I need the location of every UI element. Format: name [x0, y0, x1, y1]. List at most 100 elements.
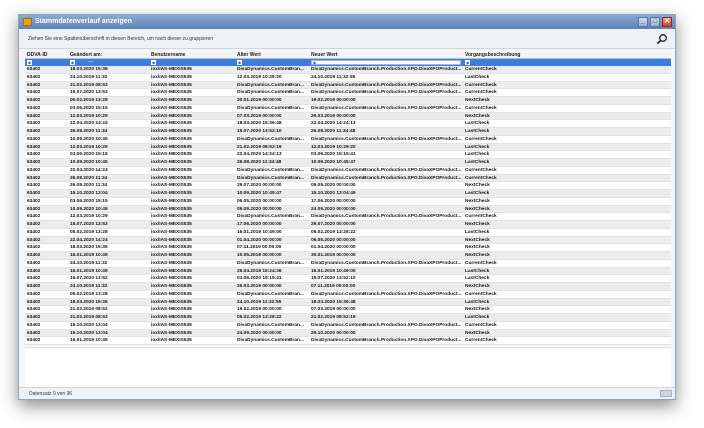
table-row[interactable]: 63402 26.08.2020 11:34 iox\IAS-MEXIS535 15.… — [25, 128, 671, 136]
table-row[interactable]: 63402 15.07.2020 13:52 iox\IAS-MEXIS535 03.… — [25, 275, 671, 283]
cell-new-value: DivaDynamics.CustomBranch.Production.XPO… — [311, 82, 462, 88]
cell-old-value: 05.02.2019 13:28:22 — [237, 315, 282, 320]
cell-changed-at: 26.08.2020 11:34 — [70, 175, 108, 181]
cell-old-value: DivaDynamics.CustomBran... — [237, 105, 304, 111]
column-header-changed-at[interactable]: Geändert am: — [70, 51, 151, 59]
cell-username: iox\IAS-MEXIS535 — [151, 113, 192, 119]
table-row[interactable]: 63402 12.03.2019 10:29 iox\IAS-MEXIS535 Div… — [25, 213, 671, 221]
history-grid: DDVA-ID Geändert am: Benutzername Alter Wer… — [25, 51, 671, 345]
table-row[interactable]: 63402 18.03.2020 15:36 iox\IAS-MEXIS535 07.… — [25, 244, 671, 252]
filter-icon[interactable]: ◆ — [151, 60, 156, 65]
table-row[interactable]: 63402 24.10.2019 11:32 iox\IAS-MEXIS535 26.… — [25, 283, 671, 291]
grid-header: DDVA-ID Geändert am: Benutzername Alter Wer… — [25, 51, 671, 59]
cell-description: CurrentCheck — [465, 322, 497, 328]
table-row[interactable]: 63402 22.04.2020 14:24 iox\IAS-MEXIS535 18.… — [25, 120, 671, 128]
column-header-new-value[interactable]: Neuer Wert — [311, 51, 465, 59]
table-row[interactable]: 63402 15.07.2020 13:52 iox\IAS-MEXIS535 Div… — [25, 89, 671, 97]
column-header-old-value[interactable]: Alter Wert — [237, 51, 311, 59]
cell-username: iox\IAS-MEXIS535 — [151, 268, 192, 274]
close-button[interactable]: ✕ — [662, 17, 672, 27]
filter-row[interactable]: ◆ ◆ — ◆ ◆ ◆ ◆ — [25, 59, 671, 66]
cell-ddva-id: 63402 — [27, 322, 41, 328]
table-row[interactable]: 63402 21.02.2019 08:52 iox\IAS-MEXIS535 Div… — [25, 81, 671, 90]
table-row[interactable]: 63402 18.03.2020 15:36 iox\IAS-MEXIS535 Div… — [25, 66, 671, 74]
cell-ddva-id: 63402 — [27, 214, 41, 220]
title-bar[interactable]: Stammdatenverlauf anzeigen _ □ ✕ — [19, 15, 675, 29]
cell-ddva-id: 63402 — [27, 82, 41, 88]
cell-ddva-id: 63402 — [27, 144, 41, 150]
table-row[interactable]: 63402 16.01.2019 10:49 iox\IAS-MEXIS535 10.… — [25, 252, 671, 260]
filter-icon[interactable]: ◆ — [237, 60, 242, 65]
table-row[interactable]: 63402 03.06.2020 15:15 iox\IAS-MEXIS535 22.… — [25, 151, 671, 159]
table-row[interactable]: 63402 16.01.2019 10:49 iox\IAS-MEXIS535 26.… — [25, 267, 671, 276]
cell-old-value: 26.04.2018 15:24:36 — [237, 268, 282, 274]
cell-description: NextCheck — [465, 284, 490, 289]
cell-username: iox\IAS-MEXIS535 — [151, 253, 192, 258]
table-row[interactable]: 63402 15.10.2020 13:04 iox\IAS-MEXIS535 24.… — [25, 329, 671, 338]
cell-description: LastCheck — [465, 315, 490, 320]
maximize-button[interactable]: □ — [650, 17, 660, 27]
table-row[interactable]: 63402 21.02.2019 08:52 iox\IAS-MEXIS535 19.… — [25, 306, 671, 314]
cell-ddva-id: 63402 — [27, 90, 41, 96]
cell-description: NextCheck — [465, 253, 490, 258]
table-row[interactable]: 63402 12.03.2019 10:29 iox\IAS-MEXIS535 21.… — [25, 143, 671, 152]
table-row[interactable]: 63402 03.06.2020 15:15 iox\IAS-MEXIS535 Div… — [25, 104, 671, 113]
table-row[interactable]: 63402 16.01.2019 10:49 iox\IAS-MEXIS535 Div… — [25, 337, 671, 345]
cell-ddva-id: 63402 — [27, 121, 41, 127]
cell-description: CurrentCheck — [465, 338, 497, 344]
cell-username: iox\IAS-MEXIS535 — [151, 222, 192, 227]
cell-new-value: 07.03.2019 00:00:00 — [311, 307, 356, 313]
table-row[interactable]: 63402 05.02.2019 13:28 iox\IAS-MEXIS535 16.… — [25, 228, 671, 237]
table-row[interactable]: 63402 22.04.2020 14:24 iox\IAS-MEXIS535 01.… — [25, 236, 671, 245]
table-row[interactable]: 63402 24.10.2019 11:32 iox\IAS-MEXIS535 12.… — [25, 73, 671, 82]
cell-ddva-id: 63402 — [27, 160, 41, 165]
cell-changed-at: 15.07.2020 13:52 — [70, 90, 108, 96]
cell-changed-at: 12.03.2019 10:29 — [70, 144, 108, 150]
table-row[interactable]: 63402 15.07.2020 13:52 iox\IAS-MEXIS535 17.… — [25, 221, 671, 229]
cell-changed-at: 03.06.2020 15:15 — [70, 105, 108, 111]
cell-changed-at: 21.02.2019 08:52 — [70, 82, 108, 88]
search-icon[interactable] — [656, 33, 668, 45]
table-row[interactable]: 63402 24.10.2019 11:32 iox\IAS-MEXIS535 Div… — [25, 259, 671, 268]
filter-icon[interactable]: ◆ — [465, 60, 470, 65]
table-row[interactable]: 63402 10.09.2020 10:45 iox\IAS-MEXIS535 Div… — [25, 135, 671, 144]
filter-icon[interactable]: ◆ — [70, 60, 75, 65]
table-row[interactable]: 63402 03.06.2020 15:15 iox\IAS-MEXIS535 06.… — [25, 197, 671, 206]
cell-changed-at: 10.09.2020 10:45 — [70, 136, 108, 142]
cell-changed-at: 12.03.2019 10:29 — [70, 214, 108, 220]
table-row[interactable]: 63402 10.09.2020 10:45 iox\IAS-MEXIS535 26.… — [25, 159, 671, 167]
cell-ddva-id: 63402 — [27, 105, 41, 111]
cell-changed-at: 18.03.2020 15:36 — [70, 67, 108, 72]
table-row[interactable]: 63402 26.08.2020 11:34 iox\IAS-MEXIS535 29.… — [25, 182, 671, 190]
cell-new-value: DivaDynamics.CustomBranch.Production.XPO… — [311, 67, 462, 72]
table-row[interactable]: 63402 10.09.2020 10:45 iox\IAS-MEXIS535 09.… — [25, 205, 671, 214]
table-row[interactable]: 63402 21.02.2019 08:52 iox\IAS-MEXIS535 05.… — [25, 314, 671, 322]
filter-icon[interactable]: ◆ — [312, 60, 317, 65]
table-row[interactable]: 63402 26.08.2020 11:34 iox\IAS-MEXIS535 Div… — [25, 174, 671, 183]
column-header-username[interactable]: Benutzername — [151, 51, 237, 59]
cell-ddva-id: 63402 — [27, 74, 41, 80]
minimize-button[interactable]: _ — [638, 17, 648, 27]
resize-grip[interactable] — [660, 390, 672, 397]
cell-username: iox\IAS-MEXIS535 — [151, 338, 192, 344]
table-row[interactable]: 63402 18.03.2020 15:36 iox\IAS-MEXIS535 24.… — [25, 298, 671, 307]
cell-old-value: DivaDynamics.CustomBran... — [237, 260, 304, 266]
filter-input-new-value[interactable] — [311, 60, 461, 65]
table-row[interactable]: 63402 12.03.2019 10:29 iox\IAS-MEXIS535 07.… — [25, 112, 671, 121]
cell-ddva-id: 63402 — [27, 291, 41, 297]
table-row[interactable]: 63402 15.10.2020 13:04 iox\IAS-MEXIS535 Div… — [25, 321, 671, 330]
cell-username: iox\IAS-MEXIS535 — [151, 322, 192, 328]
column-header-ddva-id[interactable]: DDVA-ID — [27, 51, 70, 59]
table-row[interactable]: 63402 22.04.2020 14:24 iox\IAS-MEXIS535 Div… — [25, 166, 671, 175]
filter-icon[interactable]: ◆ — [27, 60, 32, 65]
column-header-description[interactable]: Vorgangsbeschreibung — [465, 51, 665, 59]
table-row[interactable]: 63402 05.02.2019 13:28 iox\IAS-MEXIS535 Div… — [25, 290, 671, 299]
cell-description: LastCheck — [465, 268, 490, 274]
table-row[interactable]: 63402 05.02.2019 13:28 iox\IAS-MEXIS535 30.… — [25, 97, 671, 105]
cell-username: iox\IAS-MEXIS535 — [151, 198, 192, 204]
table-row[interactable]: 63402 15.10.2020 13:04 iox\IAS-MEXIS535 10.… — [25, 190, 671, 198]
cell-ddva-id: 63402 — [27, 198, 41, 204]
group-by-panel[interactable]: Ziehen Sie eine Spaltenüberschrift in di… — [19, 29, 675, 49]
cell-username: iox\IAS-MEXIS535 — [151, 229, 192, 235]
cell-changed-at: 21.02.2019 08:52 — [70, 315, 108, 320]
